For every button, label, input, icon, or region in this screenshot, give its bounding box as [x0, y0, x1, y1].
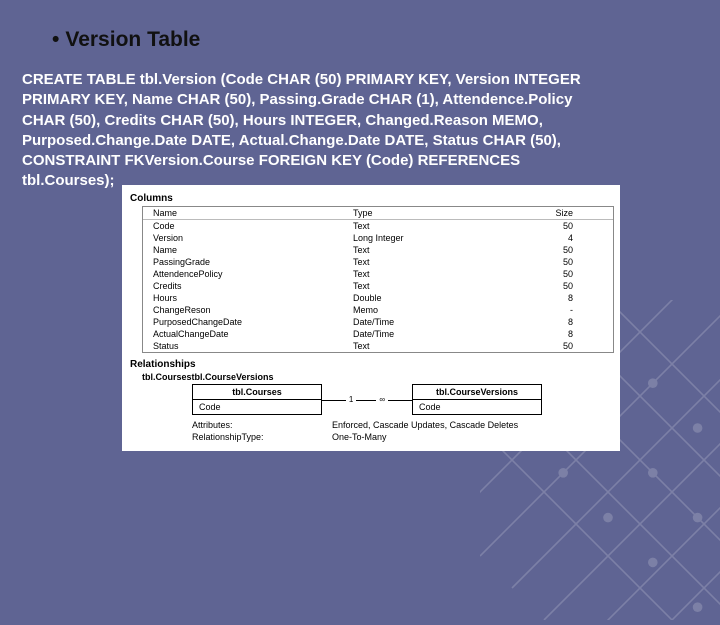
col-type: Text [353, 341, 513, 351]
slide-title: • Version Table [52, 28, 200, 52]
table-row: HoursDouble8 [143, 292, 613, 304]
col-size: 50 [513, 257, 583, 267]
relationship-meta: Attributes: Enforced, Cascade Updates, C… [192, 419, 614, 443]
col-type: Text [353, 257, 513, 267]
col-type: Text [353, 245, 513, 255]
col-size: 4 [513, 233, 583, 243]
entity-right-name: tbl.CourseVersions [413, 385, 541, 400]
col-type: Date/Time [353, 317, 513, 327]
cardinality-right: ∞ [376, 395, 388, 404]
col-size: 8 [513, 317, 583, 327]
entity-left-field: Code [193, 400, 321, 414]
columns-table: Name Type Size CodeText50VersionLong Int… [142, 206, 614, 353]
col-name: ChangeReson [153, 305, 353, 315]
relationships-box: tbl.Coursestbl.CourseVersions tbl.Course… [142, 372, 614, 443]
col-size: 50 [513, 341, 583, 351]
col-size: 50 [513, 281, 583, 291]
table-row: StatusText50 [143, 340, 613, 352]
col-size: 8 [513, 293, 583, 303]
col-name: PurposedChangeDate [153, 317, 353, 327]
columns-header-row: Name Type Size [143, 207, 613, 220]
col-header-name: Name [153, 208, 353, 218]
col-name: Credits [153, 281, 353, 291]
col-size: 50 [513, 245, 583, 255]
col-type: Long Integer [353, 233, 513, 243]
col-size: 8 [513, 329, 583, 339]
col-name: AttendencePolicy [153, 269, 353, 279]
col-name: Hours [153, 293, 353, 303]
sql-statement: CREATE TABLE tbl.Version (Code CHAR (50)… [22, 70, 592, 192]
col-type: Double [353, 293, 513, 303]
table-row: PassingGradeText50 [143, 256, 613, 268]
col-type: Date/Time [353, 329, 513, 339]
col-header-type: Type [353, 208, 513, 218]
entity-right: tbl.CourseVersions Code [412, 384, 542, 415]
entity-left: tbl.Courses Code [192, 384, 322, 415]
table-row: CodeText50 [143, 220, 613, 232]
col-size: 50 [513, 269, 583, 279]
table-row: ChangeResonMemo- [143, 304, 613, 316]
erd-diagram: tbl.Courses Code 1 ∞ tbl.CourseVersions … [192, 384, 614, 415]
entity-right-field: Code [413, 400, 541, 414]
columns-label: Columns [130, 193, 614, 204]
relationship-connector: 1 ∞ [322, 395, 412, 404]
bullet-icon: • [52, 28, 59, 51]
table-row: CreditsText50 [143, 280, 613, 292]
col-type: Text [353, 221, 513, 231]
table-row: PurposedChangeDateDate/Time8 [143, 316, 613, 328]
entity-left-name: tbl.Courses [193, 385, 321, 400]
cardinality-left: 1 [346, 395, 356, 404]
col-name: Code [153, 221, 353, 231]
col-type: Text [353, 281, 513, 291]
col-size: 50 [513, 221, 583, 231]
reltype-label: RelationshipType: [192, 432, 332, 442]
col-name: ActualChangeDate [153, 329, 353, 339]
table-row: ActualChangeDateDate/Time8 [143, 328, 613, 340]
col-name: Name [153, 245, 353, 255]
table-row: NameText50 [143, 244, 613, 256]
table-row: AttendencePolicyText50 [143, 268, 613, 280]
attributes-label: Attributes: [192, 420, 332, 430]
col-type: Memo [353, 305, 513, 315]
col-name: Version [153, 233, 353, 243]
col-name: Status [153, 341, 353, 351]
title-text: Version Table [65, 28, 200, 51]
relationship-heading: tbl.Coursestbl.CourseVersions [142, 372, 614, 382]
col-name: PassingGrade [153, 257, 353, 267]
col-type: Text [353, 269, 513, 279]
reltype-value: One-To-Many [332, 432, 387, 442]
table-row: VersionLong Integer4 [143, 232, 613, 244]
attributes-value: Enforced, Cascade Updates, Cascade Delet… [332, 420, 518, 430]
relationships-label: Relationships [130, 359, 614, 370]
col-header-size: Size [513, 208, 583, 218]
col-size: - [513, 305, 583, 315]
schema-panel: Columns Name Type Size CodeText50Version… [122, 185, 620, 451]
